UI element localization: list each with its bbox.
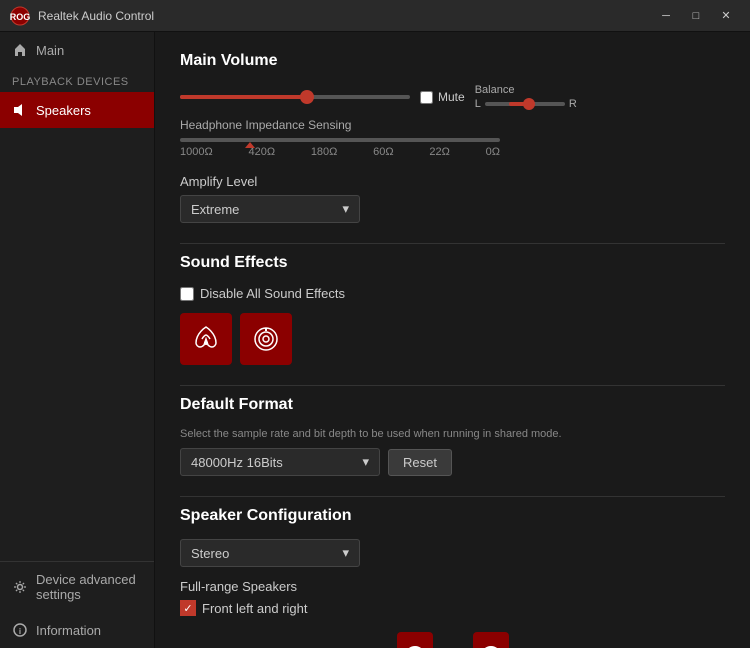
balance-section: Balance L R	[475, 84, 577, 110]
balance-slider-track[interactable]	[485, 102, 565, 106]
volume-section: Main Volume Mute Balance L	[180, 52, 725, 110]
window-controls: ─ □ ✕	[652, 6, 740, 26]
sidebar-information-label: Information	[36, 623, 101, 638]
disable-effects-text: Disable All Sound Effects	[200, 286, 345, 301]
fullrange-check-label: Front left and right	[202, 601, 308, 616]
speaker-config-value: Stereo	[191, 546, 229, 561]
speaker-right-icon	[473, 632, 509, 648]
fullrange-checkbox[interactable]	[180, 600, 196, 616]
balance-slider-thumb[interactable]	[523, 98, 535, 110]
balance-title: Balance	[475, 84, 515, 96]
amplify-title: Amplify Level	[180, 174, 725, 189]
amplify-dropdown[interactable]: Extreme ▾	[180, 195, 360, 223]
impedance-section: Headphone Impedance Sensing 1000Ω 420Ω 1…	[180, 118, 725, 158]
speaker-config-title: Speaker Configuration	[180, 507, 725, 525]
format-chevron: ▾	[362, 454, 369, 470]
balance-r-label: R	[569, 98, 577, 110]
effect-buttons	[180, 313, 725, 365]
impedance-title: Headphone Impedance Sensing	[180, 118, 725, 132]
amplify-value: Extreme	[191, 202, 239, 217]
sidebar-device-settings-label: Device advanced settings	[36, 572, 142, 602]
speaker-config-section: Speaker Configuration Stereo ▾ Full-rang…	[180, 496, 725, 648]
fullrange-check-row: Front left and right	[180, 600, 725, 616]
sidebar-item-information[interactable]: i Information	[0, 612, 154, 648]
reset-button[interactable]: Reset	[388, 449, 452, 476]
sidebar-playback-label: Playback Devices	[0, 68, 154, 92]
info-icon: i	[12, 622, 28, 638]
impedance-track	[180, 138, 500, 142]
speaker-config-dropdown[interactable]: Stereo ▾	[180, 539, 360, 567]
impedance-180: 180Ω	[311, 146, 338, 158]
sidebar-bottom: Device advanced settings i Information	[0, 561, 154, 648]
effect-btn-1[interactable]	[180, 313, 232, 365]
svg-text:ROG: ROG	[10, 12, 30, 22]
speaker-left-icon	[397, 632, 433, 648]
sidebar-nav: Main Playback Devices Speakers	[0, 32, 154, 561]
volume-slider-fill	[180, 95, 307, 99]
amplify-chevron: ▾	[342, 201, 349, 217]
sound-effects-title: Sound Effects	[180, 254, 725, 272]
balance-row: L R	[475, 98, 577, 110]
impedance-0: 0Ω	[486, 146, 500, 158]
speaker-sidebar-icon	[12, 102, 28, 118]
sidebar-item-main[interactable]: Main	[0, 32, 154, 68]
impedance-60: 60Ω	[373, 146, 393, 158]
disable-effects-label: Disable All Sound Effects	[180, 286, 725, 301]
close-button[interactable]: ✕	[712, 6, 740, 26]
format-row: 48000Hz 16Bits ▾ Reset	[180, 448, 725, 476]
balance-l-label: L	[475, 98, 481, 110]
volume-slider-track[interactable]	[180, 95, 410, 99]
minimize-button[interactable]: ─	[652, 6, 680, 26]
effect-btn-2[interactable]	[240, 313, 292, 365]
mute-label: Mute	[438, 90, 465, 104]
app-body: Main Playback Devices Speakers	[0, 32, 750, 648]
window-title: Realtek Audio Control	[38, 9, 644, 23]
default-format-section: Default Format Select the sample rate an…	[180, 385, 725, 476]
app-logo: ROG	[10, 6, 30, 26]
sidebar-item-device-settings[interactable]: Device advanced settings	[0, 562, 154, 612]
titlebar: ROG Realtek Audio Control ─ □ ✕	[0, 0, 750, 32]
volume-title: Main Volume	[180, 52, 725, 70]
mute-checkbox-label: Mute	[420, 90, 465, 104]
impedance-markers: 1000Ω 420Ω 180Ω 60Ω 22Ω 0Ω	[180, 146, 500, 158]
sidebar: Main Playback Devices Speakers	[0, 32, 155, 648]
home-icon	[12, 42, 28, 58]
sidebar-item-speakers[interactable]: Speakers	[0, 92, 154, 128]
default-format-title: Default Format	[180, 396, 725, 414]
format-dropdown[interactable]: 48000Hz 16Bits ▾	[180, 448, 380, 476]
impedance-1000: 1000Ω	[180, 146, 213, 158]
mute-checkbox[interactable]	[420, 91, 433, 104]
disable-effects-checkbox[interactable]	[180, 287, 194, 301]
main-content: Main Volume Mute Balance L	[155, 32, 750, 648]
svg-text:i: i	[19, 627, 21, 636]
sound-effects-section: Sound Effects Disable All Sound Effects	[180, 243, 725, 365]
speakers-visual	[180, 632, 725, 648]
format-value: 48000Hz 16Bits	[191, 455, 283, 470]
sidebar-speakers-label: Speakers	[36, 103, 91, 118]
maximize-button[interactable]: □	[682, 6, 710, 26]
speaker-config-chevron: ▾	[342, 545, 349, 561]
fullrange-title: Full-range Speakers	[180, 579, 725, 594]
amplify-section: Amplify Level Extreme ▾	[180, 174, 725, 223]
volume-row: Mute Balance L R	[180, 84, 725, 110]
gear-icon	[12, 579, 28, 595]
volume-slider-thumb[interactable]	[300, 90, 314, 104]
format-desc: Select the sample rate and bit depth to …	[180, 428, 725, 440]
impedance-22: 22Ω	[429, 146, 449, 158]
sidebar-main-label: Main	[36, 43, 64, 58]
impedance-pointer	[245, 142, 255, 148]
